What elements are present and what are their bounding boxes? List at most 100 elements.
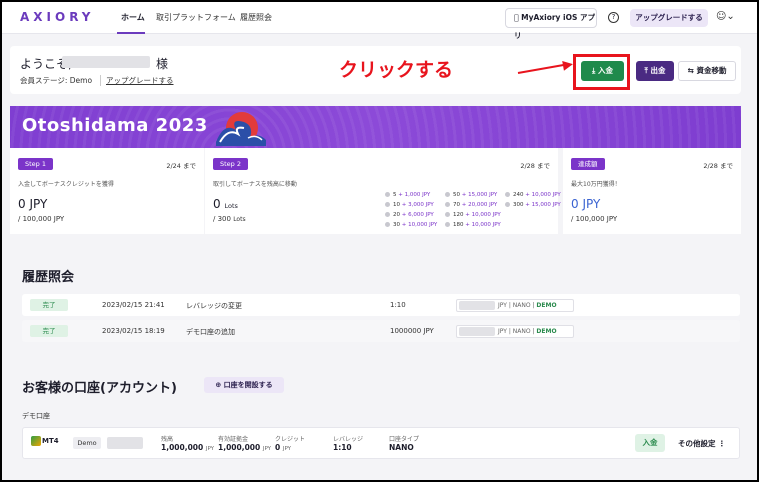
lot-bonus-amount: + 20,000 JPY — [461, 202, 498, 208]
step2-value-number: 0 — [213, 197, 221, 211]
header-upgrade-button[interactable]: アップグレードする — [630, 9, 708, 27]
lot-checkbox-icon — [505, 192, 510, 197]
annotation-highlight-box — [573, 54, 630, 90]
blurred-account-number — [459, 301, 495, 310]
lot-bonus-item: 20 + 6,000 JPY — [385, 212, 434, 218]
withdraw-button[interactable]: ⤒ 出金 — [636, 61, 674, 81]
lot-bonus-item: 70 + 20,000 JPY — [445, 202, 497, 208]
accounts-title: お客様の口座(アカウント) — [22, 381, 177, 396]
member-upgrade-link[interactable]: アップグレードする — [100, 75, 174, 86]
account-deposit-button[interactable]: 入金 — [635, 434, 665, 452]
step2-value-unit: Lots — [224, 202, 238, 210]
account-tag: JPY | NANO | DEMO — [456, 299, 574, 312]
lot-count: 30 — [393, 222, 400, 228]
mt4-icon — [31, 436, 41, 446]
lot-count: 5 — [393, 192, 397, 198]
history-row: 完了 2023/02/15 18:19 デモ口座の追加 1000000 JPY … — [22, 320, 740, 342]
credit-label: クレジット — [275, 436, 306, 443]
history-action: デモ口座の追加 — [186, 328, 235, 336]
lot-checkbox-icon — [385, 212, 390, 217]
logo[interactable]: AXIORY — [20, 10, 94, 24]
wave-sun-icon — [216, 112, 266, 146]
balance-number: 1,000,000 — [161, 443, 204, 452]
step2-target: / 300 Lots — [213, 215, 246, 223]
ios-app-button[interactable]:  MyAxiory iOS アプリ — [505, 8, 597, 40]
step2-target-unit: Lots — [233, 216, 246, 223]
nav-platform[interactable]: 取引プラットフォーム — [156, 12, 236, 23]
promo-banner[interactable]: Otoshidama 2023 — [10, 106, 741, 148]
margin-value: 1,000,000 JPY — [218, 443, 271, 452]
transfer-button[interactable]: ⇆ 資金移動 — [678, 61, 736, 81]
step2-target-number: / 300 — [213, 215, 231, 223]
open-account-button[interactable]: ⊕ 口座を開設する — [204, 377, 284, 393]
leverage-value: 1:10 — [333, 443, 352, 452]
account-type-label: 口座タイプ — [389, 436, 420, 443]
nav-history[interactable]: 履歴照会 — [240, 12, 272, 23]
withdraw-label: 出金 — [650, 66, 666, 75]
lot-checkbox-icon — [385, 202, 390, 207]
annotation-text: クリックする — [339, 59, 454, 81]
step1-value: 0 JPY — [18, 197, 48, 211]
step1-target: / 100,000 JPY — [18, 215, 65, 223]
mt4-logo: MT4 — [31, 436, 59, 446]
achieved-badge: 達成額 — [571, 158, 605, 170]
nav-active-indicator — [117, 32, 145, 34]
lot-bonus-item: 120 + 10,000 JPY — [445, 212, 501, 218]
status-badge: 完了 — [30, 325, 68, 337]
help-icon[interactable]: ? — [608, 12, 619, 23]
lot-bonus-amount: + 10,000 JPY — [525, 192, 561, 198]
ios-app-label: MyAxiory iOS アプリ — [514, 13, 596, 40]
margin-unit: JPY — [262, 446, 272, 452]
blurred-account-id — [107, 437, 143, 449]
demo-accounts-label: デモ口座 — [22, 412, 50, 420]
balance-label: 残高 — [161, 436, 174, 443]
promo-step1-card: Step 1 2/24 まで 入金してボーナスクレジットを獲得 0 JPY / … — [10, 148, 204, 234]
lot-checkbox-icon — [445, 222, 450, 227]
lot-bonus-item: 180 + 10,000 JPY — [445, 222, 501, 228]
welcome-honorific: 様 — [156, 57, 169, 71]
step2-badge: Step 2 — [213, 158, 249, 170]
history-datetime: 2023/02/15 18:19 — [102, 327, 165, 335]
nav-home[interactable]: ホーム — [121, 12, 145, 23]
promo-step2-card: Step 2 2/28 まで 取引してボーナスを残高に移動 0 Lots / 3… — [205, 148, 561, 234]
lot-count: 240 — [513, 192, 524, 198]
lot-count: 10 — [393, 202, 400, 208]
lot-checkbox-icon — [445, 202, 450, 207]
balance-value: 1,000,000 JPY — [161, 443, 214, 452]
account-card: MT4 Demo 残高 1,000,000 JPY 有効証拠金 1,000,00… — [22, 427, 740, 459]
top-header: AXIORY ホーム 取引プラットフォーム 履歴照会  MyAxiory iO… — [2, 2, 757, 40]
lot-bonus-item: 50 + 15,000 JPY — [445, 192, 497, 198]
tag-currency: JPY — [498, 302, 507, 309]
lot-checkbox-icon — [385, 192, 390, 197]
blurred-account-number — [459, 327, 495, 336]
lot-bonus-item: 300 + 15,000 JPY — [505, 202, 561, 208]
lot-checkbox-icon — [445, 212, 450, 217]
lot-bonus-amount: + 10,000 JPY — [465, 212, 501, 218]
platform-label: MT4 — [42, 437, 59, 445]
step2-desc: 取引してボーナスを残高に移動 — [213, 181, 297, 188]
blurred-username — [62, 56, 150, 68]
lot-count: 70 — [453, 202, 460, 208]
achieved-target: / 100,000 JPY — [571, 215, 618, 223]
credit-number: 0 — [275, 443, 281, 452]
tag-currency: JPY — [498, 328, 507, 335]
account-type-value: NANO — [389, 443, 414, 452]
lot-bonus-amount: + 15,000 JPY — [461, 192, 498, 198]
lot-checkbox-icon — [385, 222, 390, 227]
lot-bonus-amount: + 10,000 JPY — [401, 222, 438, 228]
step1-date: 2/24 まで — [166, 162, 196, 170]
transfer-label: 資金移動 — [696, 66, 727, 75]
leverage-label: レバレッジ — [333, 436, 364, 443]
achieved-desc: 最大10万円獲得！ — [571, 181, 621, 188]
user-menu-icon[interactable]: ☺⌄ — [716, 11, 735, 22]
app-frame: AXIORY ホーム 取引プラットフォーム 履歴照会  MyAxiory iO… — [2, 2, 757, 480]
account-more-settings-button[interactable]: その他設定 ⋮ — [678, 438, 726, 449]
demo-chip: Demo — [73, 437, 101, 449]
promo-title: Otoshidama 2023 — [22, 115, 208, 136]
lot-checkbox-icon — [445, 192, 450, 197]
tag-type: NANO — [512, 302, 531, 309]
lot-bonus-amount: + 15,000 JPY — [525, 202, 561, 208]
balance-unit: JPY — [205, 446, 215, 452]
history-datetime: 2023/02/15 21:41 — [102, 301, 165, 309]
margin-number: 1,000,000 — [218, 443, 261, 452]
